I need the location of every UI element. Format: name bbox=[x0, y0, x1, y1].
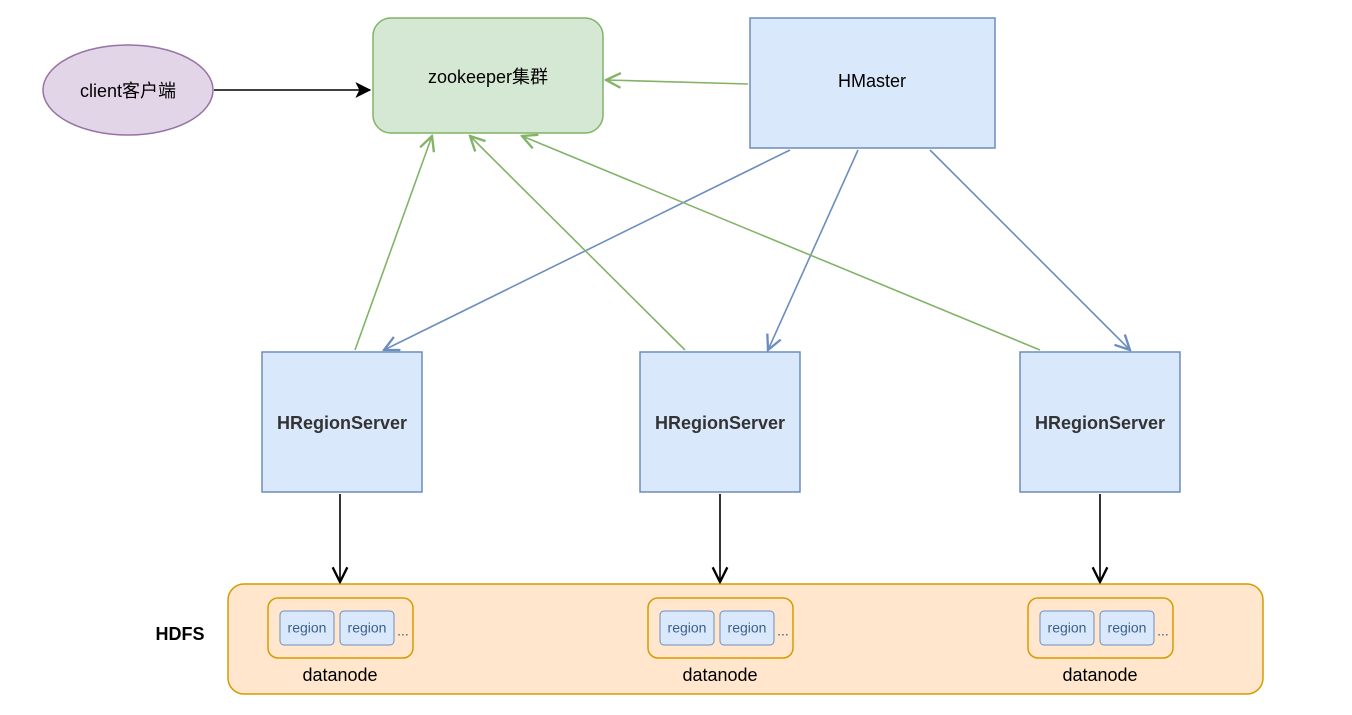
ellipsis: ... bbox=[1157, 623, 1169, 639]
region-label: region bbox=[728, 620, 767, 636]
datanode-label: datanode bbox=[682, 665, 757, 685]
edge-hmaster-to-hrs1 bbox=[384, 150, 790, 350]
hdfs-label: HDFS bbox=[156, 624, 205, 644]
hregionserver-3: HRegionServer bbox=[1020, 352, 1180, 492]
datanode-label: datanode bbox=[302, 665, 377, 685]
hrs1-label: HRegionServer bbox=[277, 413, 407, 433]
hrs3-label: HRegionServer bbox=[1035, 413, 1165, 433]
edge-hmaster-to-hrs2 bbox=[768, 150, 858, 350]
hmaster-label: HMaster bbox=[838, 71, 906, 91]
datanode-label: datanode bbox=[1062, 665, 1137, 685]
edge-hrs1-to-zookeeper bbox=[355, 136, 432, 350]
ellipsis: ... bbox=[397, 623, 409, 639]
region-label: region bbox=[1108, 620, 1147, 636]
zookeeper-node: zookeeper集群 bbox=[373, 18, 603, 133]
edge-hmaster-to-zookeeper bbox=[606, 80, 748, 84]
ellipsis: ... bbox=[777, 623, 789, 639]
hrs2-label: HRegionServer bbox=[655, 413, 785, 433]
region-label: region bbox=[1048, 620, 1087, 636]
region-label: region bbox=[348, 620, 387, 636]
client-node: client客户端 bbox=[43, 45, 213, 135]
hregionserver-1: HRegionServer bbox=[262, 352, 422, 492]
client-label: client客户端 bbox=[80, 81, 176, 101]
region-label: region bbox=[288, 620, 327, 636]
region-label: region bbox=[668, 620, 707, 636]
edge-hrs2-to-zookeeper bbox=[470, 136, 685, 350]
zookeeper-label: zookeeper集群 bbox=[428, 67, 548, 87]
hregionserver-2: HRegionServer bbox=[640, 352, 800, 492]
hmaster-node: HMaster bbox=[750, 18, 995, 148]
edge-hmaster-to-hrs3 bbox=[930, 150, 1130, 350]
